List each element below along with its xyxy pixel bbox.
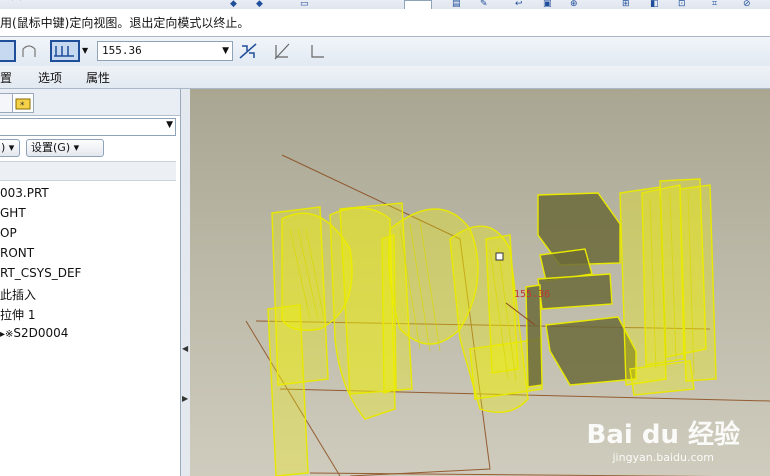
folder-icon: *	[15, 98, 31, 111]
tree-item-extrude[interactable]: 拉伸 1	[0, 306, 35, 323]
panel-splitter[interactable]: ◀ ▶	[181, 89, 190, 476]
thicken-icon	[311, 45, 324, 58]
toolbar-icon[interactable]: ▣	[543, 0, 552, 9]
tab-folder-browser[interactable]: *	[12, 93, 34, 113]
watermark-logo: Bai du 经验	[586, 420, 741, 450]
message-text: 用(鼠标中键)定向视图。退出定向模式以终止。	[0, 16, 250, 30]
graphics-viewport[interactable]: 155.36 Bai du 经验 jingyan.baidu.com	[190, 89, 770, 476]
tree-item-sketch[interactable]: ▸※S2D0004	[0, 326, 68, 340]
right-letters	[619, 178, 717, 396]
surface-button[interactable]	[18, 40, 40, 62]
navigator-tabs: *	[0, 89, 180, 116]
model-tree-panel: * ▼ ) ▾ 设置(G) ▾ 003.PRT GHT OP RONT RT_C…	[0, 89, 181, 476]
tree-view-select[interactable]: ▼	[0, 118, 176, 136]
tree-item-csys[interactable]: RT_CSYS_DEF	[0, 266, 81, 280]
depth-value: 155.36	[102, 44, 142, 57]
toolbar-icon[interactable]: ⊡	[678, 0, 686, 9]
toolbar-icon[interactable]: ⌒	[12, 0, 21, 9]
dashboard-tabs: 置 选项 属性	[0, 66, 770, 89]
chevron-down-icon[interactable]: ▼	[166, 120, 173, 130]
drag-handle[interactable]	[495, 252, 504, 261]
toolbar-icon[interactable]: ▤	[452, 0, 461, 9]
tree-item-front-plane[interactable]: RONT	[0, 246, 34, 260]
show-button-label: )	[1, 141, 6, 154]
toolbar-icon[interactable]: ◧	[650, 0, 659, 9]
show-button[interactable]: ) ▾	[0, 139, 20, 157]
baidu-watermark: Bai du 经验 jingyan.baidu.com	[587, 414, 741, 464]
tab-properties[interactable]: 属性	[86, 69, 110, 86]
collapse-left-icon[interactable]: ◀	[182, 344, 188, 353]
toolbar-icon[interactable]: ✎	[480, 0, 488, 9]
tree-item-insert-here[interactable]: 此插入	[0, 286, 36, 303]
depth-dimension-text[interactable]: 155.36	[514, 289, 550, 300]
chevron-down-icon[interactable]: ▼	[222, 42, 229, 60]
blind-depth-icon	[54, 46, 74, 57]
toolbar-icon[interactable]: ◆	[230, 0, 237, 9]
settings-button-label: 设置(G)	[31, 141, 71, 154]
tree-item-sketch-label: S2D0004	[13, 326, 69, 340]
toolbar-icon[interactable]: ⊕	[570, 0, 578, 9]
tree-item-part[interactable]: 003.PRT	[0, 186, 49, 200]
toolbar-icon[interactable]: ⌗	[712, 0, 717, 9]
flip-direction-icon	[239, 43, 257, 59]
toolbar-icon[interactable]: ◆	[256, 0, 263, 9]
svg-text:*: *	[20, 101, 25, 111]
tree-item-right-plane[interactable]: GHT	[0, 206, 26, 220]
depth-dropdown-arrow[interactable]: ▼	[82, 46, 88, 55]
toolbar-icon[interactable]: ⊘	[743, 0, 751, 9]
thicken-button[interactable]	[307, 41, 329, 61]
depth-option-button[interactable]	[50, 40, 80, 62]
tree-item-top-plane[interactable]: OP	[0, 226, 17, 240]
toolbar-icon[interactable]: ↩	[515, 0, 523, 9]
remove-material-button[interactable]	[271, 41, 293, 61]
sketch-icon: ▸※	[0, 329, 14, 340]
flip-direction-button[interactable]	[237, 41, 259, 61]
expand-right-icon[interactable]: ▶	[182, 394, 188, 403]
remove-material-icon	[274, 43, 290, 60]
toolbar-icon[interactable]: ⊞	[622, 0, 630, 9]
message-bar: 用(鼠标中键)定向视图。退出定向模式以终止。	[0, 9, 770, 37]
tab-options[interactable]: 选项	[38, 69, 62, 86]
solid-button[interactable]	[0, 40, 16, 62]
toolbar-icon[interactable]: ▭	[300, 0, 309, 9]
settings-button[interactable]: 设置(G) ▾	[26, 139, 104, 157]
tree-column-header	[0, 161, 176, 181]
watermark-url: jingyan.baidu.com	[612, 451, 714, 464]
tab-placement[interactable]: 置	[0, 69, 12, 86]
surface-icon	[22, 45, 36, 57]
depth-value-combo[interactable]: 155.36 ▼	[97, 41, 233, 61]
